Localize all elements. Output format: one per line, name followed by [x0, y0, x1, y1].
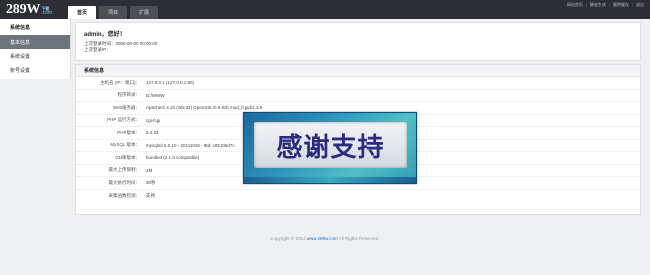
info-value: Apache/2.4.10 (Win32) OpenSSL/0.9.8zb mo… [146, 105, 263, 111]
welcome-panel: admin，您好！ 上次登录时间：0000-00-00 00:00:00 上次登… [75, 22, 641, 61]
main-tabs: 首页 项目 扩展 [68, 6, 158, 19]
top-bar: 289W 下载 .com 首页 项目 扩展 网站首页 | 静态生成 | 删除缓存… [0, 0, 650, 19]
info-key: PHP 运行方式： [107, 117, 140, 123]
banner-text: 感谢支持 [276, 132, 385, 163]
link-logout[interactable]: 退出 [636, 2, 644, 8]
sidebar: 系统信息 基本信息 系统设置 账号设置 [0, 19, 71, 79]
info-value: 支持 [146, 192, 155, 198]
info-key: Web服务器： [112, 104, 140, 110]
site-logo[interactable]: 289W 下载 .com [6, 1, 52, 18]
info-key: GD库版本： [115, 154, 140, 160]
tab-projects[interactable]: 项目 [99, 6, 127, 19]
info-value: D:/WWW [146, 92, 165, 98]
sidebar-item-account-settings[interactable]: 账号设置 [0, 63, 70, 77]
info-key: 最大上传限制： [108, 167, 141, 173]
tab-extensions[interactable]: 扩展 [130, 6, 158, 19]
info-key: MySQL 版本： [110, 142, 140, 148]
panel-title: 系统信息 [76, 65, 640, 77]
info-row: 主机名 (IP：端口)： 127.0.0.1 (127.0.0.1:80) [76, 77, 640, 90]
info-value: cgi-fcgi [146, 117, 161, 123]
info-value: bundled (2.1.0 compatible) [146, 155, 200, 161]
banner-bottom-bar [244, 177, 416, 183]
info-value: mysqlnd 5.0.10 - 20111026 - $Id: c85105d… [146, 142, 235, 148]
info-key: PHP版本： [117, 129, 140, 135]
info-value: 127.0.0.1 (127.0.0.1:80) [146, 80, 195, 86]
info-value: 2M [146, 167, 153, 173]
info-row: 采集函数检测： 支持 [76, 190, 640, 203]
top-links: 网站首页 | 静态生成 | 删除缓存 | 退出 [567, 2, 644, 8]
thanks-banner: 感谢支持 [243, 112, 417, 184]
separator: | [608, 2, 610, 7]
footer-link[interactable]: www.289w.com [307, 236, 338, 241]
link-site-home[interactable]: 网站首页 [567, 2, 583, 8]
info-row: 程序目录： D:/WWW [76, 90, 640, 102]
info-key: 主机名 (IP：端口)： [100, 79, 140, 85]
last-login-ip: 上次登录IP： [84, 47, 111, 52]
separator: | [631, 2, 633, 7]
logo-main-text: 289W [6, 2, 41, 17]
info-key: 采集函数检测： [108, 192, 141, 198]
footer: Copyright © 2014 www.289w.com All Rights… [0, 236, 650, 241]
welcome-greeting: admin，您好！ [84, 32, 126, 38]
link-clear-cache[interactable]: 删除缓存 [613, 2, 629, 8]
logo-domain: .com [41, 10, 53, 16]
footer-suffix: All Rights Reserved. [337, 236, 380, 241]
banner-plate: 感谢支持 [254, 122, 407, 168]
logo-suffix: 下载 .com [41, 6, 52, 16]
link-static-generate[interactable]: 静态生成 [590, 2, 606, 8]
sidebar-item-basic-info[interactable]: 基本信息 [0, 35, 70, 49]
sidebar-item-system-settings[interactable]: 系统设置 [0, 49, 70, 63]
info-value: 5.4.33 [146, 130, 159, 136]
tab-home[interactable]: 首页 [68, 6, 96, 19]
footer-prefix: Copyright © 2014 [270, 236, 307, 241]
sidebar-title: 系统信息 [10, 24, 31, 31]
info-value: 30秒 [146, 179, 156, 185]
separator: | [585, 2, 587, 7]
info-key: 程序目录： [117, 92, 141, 98]
info-key: 最大执行时间： [108, 179, 141, 185]
